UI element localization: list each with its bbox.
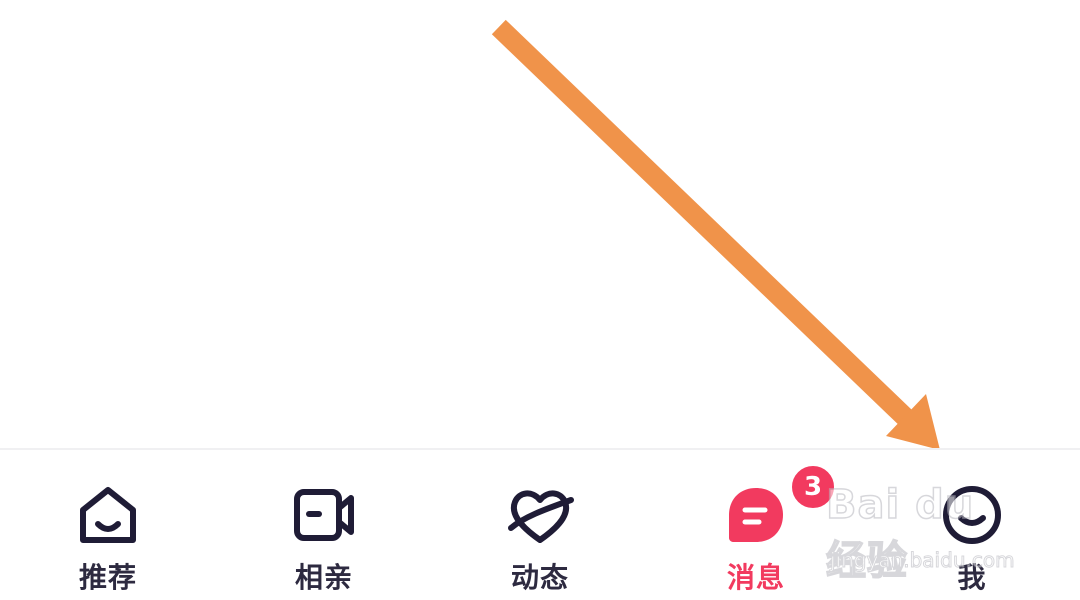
tab-moments[interactable]: 动态 [432, 450, 648, 600]
home-icon [73, 480, 143, 550]
smiley-face-icon [937, 480, 1007, 550]
content-area [0, 0, 1080, 448]
tab-label: 我 [957, 561, 987, 594]
tab-label: 推荐 [78, 561, 137, 594]
bottom-tab-bar: 推荐 相亲 动态 3 消息 我 [0, 448, 1080, 600]
tab-label: 消息 [726, 561, 785, 594]
unread-badge: 3 [788, 462, 838, 512]
chat-bubble-icon [721, 480, 791, 550]
tab-label: 相亲 [294, 561, 353, 594]
tab-label: 动态 [510, 561, 569, 594]
tab-messages[interactable]: 3 消息 [648, 450, 864, 600]
tab-me[interactable]: 我 [864, 450, 1080, 600]
heart-planet-icon [505, 480, 575, 550]
tab-matchmaking[interactable]: 相亲 [216, 450, 432, 600]
tab-recommend[interactable]: 推荐 [0, 450, 216, 600]
video-camera-icon [289, 480, 359, 550]
